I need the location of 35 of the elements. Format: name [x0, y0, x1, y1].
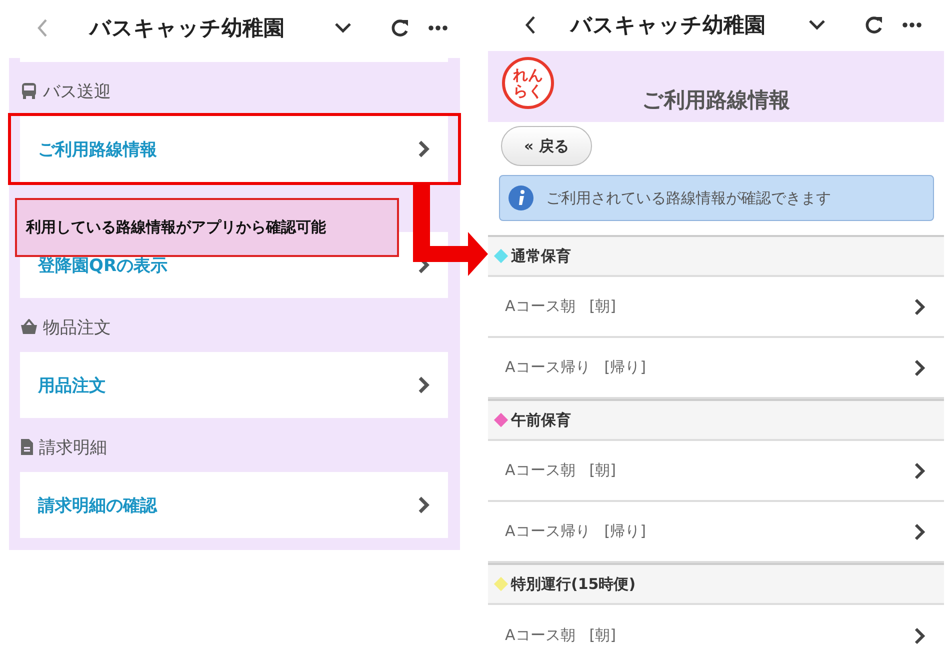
menu-item[interactable]: ご利用路線情報: [20, 116, 448, 182]
chevron-right-icon: [418, 496, 430, 514]
back-button[interactable]: « 戻る: [501, 126, 592, 166]
chevron-right-icon: [914, 626, 926, 644]
info-text: ご利用されている路線情報が確認できます: [546, 188, 831, 208]
logo-badge: れん らく: [502, 56, 554, 109]
app-title: バスキャッチ幼稚園: [88, 15, 286, 42]
more-icon[interactable]: [428, 25, 448, 31]
app-title: バスキャッチ幼稚園: [568, 12, 766, 40]
back-icon[interactable]: [524, 15, 536, 36]
section-title: 請求明細: [39, 436, 107, 458]
chevron-right-icon: [914, 298, 926, 316]
chevron-right-icon: [914, 462, 926, 480]
chevron-down-icon[interactable]: [808, 19, 826, 32]
section-title: バス送迎: [43, 80, 111, 102]
group-title: 通常保育: [511, 246, 571, 266]
bus-icon: [20, 82, 38, 100]
info-icon: [508, 185, 534, 211]
page-title: ご利用路線情報: [642, 87, 790, 114]
group-title: 特別運行(15時便): [511, 574, 636, 594]
menu-item[interactable]: 用品注文: [20, 352, 448, 418]
group-title: 午前保育: [511, 410, 571, 430]
chevron-right-icon: [914, 522, 926, 540]
chevron-right-icon: [418, 376, 430, 394]
section-title: 物品注文: [43, 316, 111, 338]
callout-tooltip: 利用している路線情報がアプリから確認可能: [15, 198, 399, 257]
menu-item[interactable]: 請求明細の確認: [20, 472, 448, 538]
document-icon: [20, 438, 34, 456]
reload-icon[interactable]: [864, 15, 884, 36]
chevron-down-icon[interactable]: [334, 22, 352, 34]
chevron-right-icon: [914, 358, 926, 376]
more-icon[interactable]: [902, 22, 922, 28]
basket-icon: [20, 319, 38, 335]
chevron-right-icon: [418, 140, 430, 158]
reload-icon[interactable]: [390, 18, 410, 38]
